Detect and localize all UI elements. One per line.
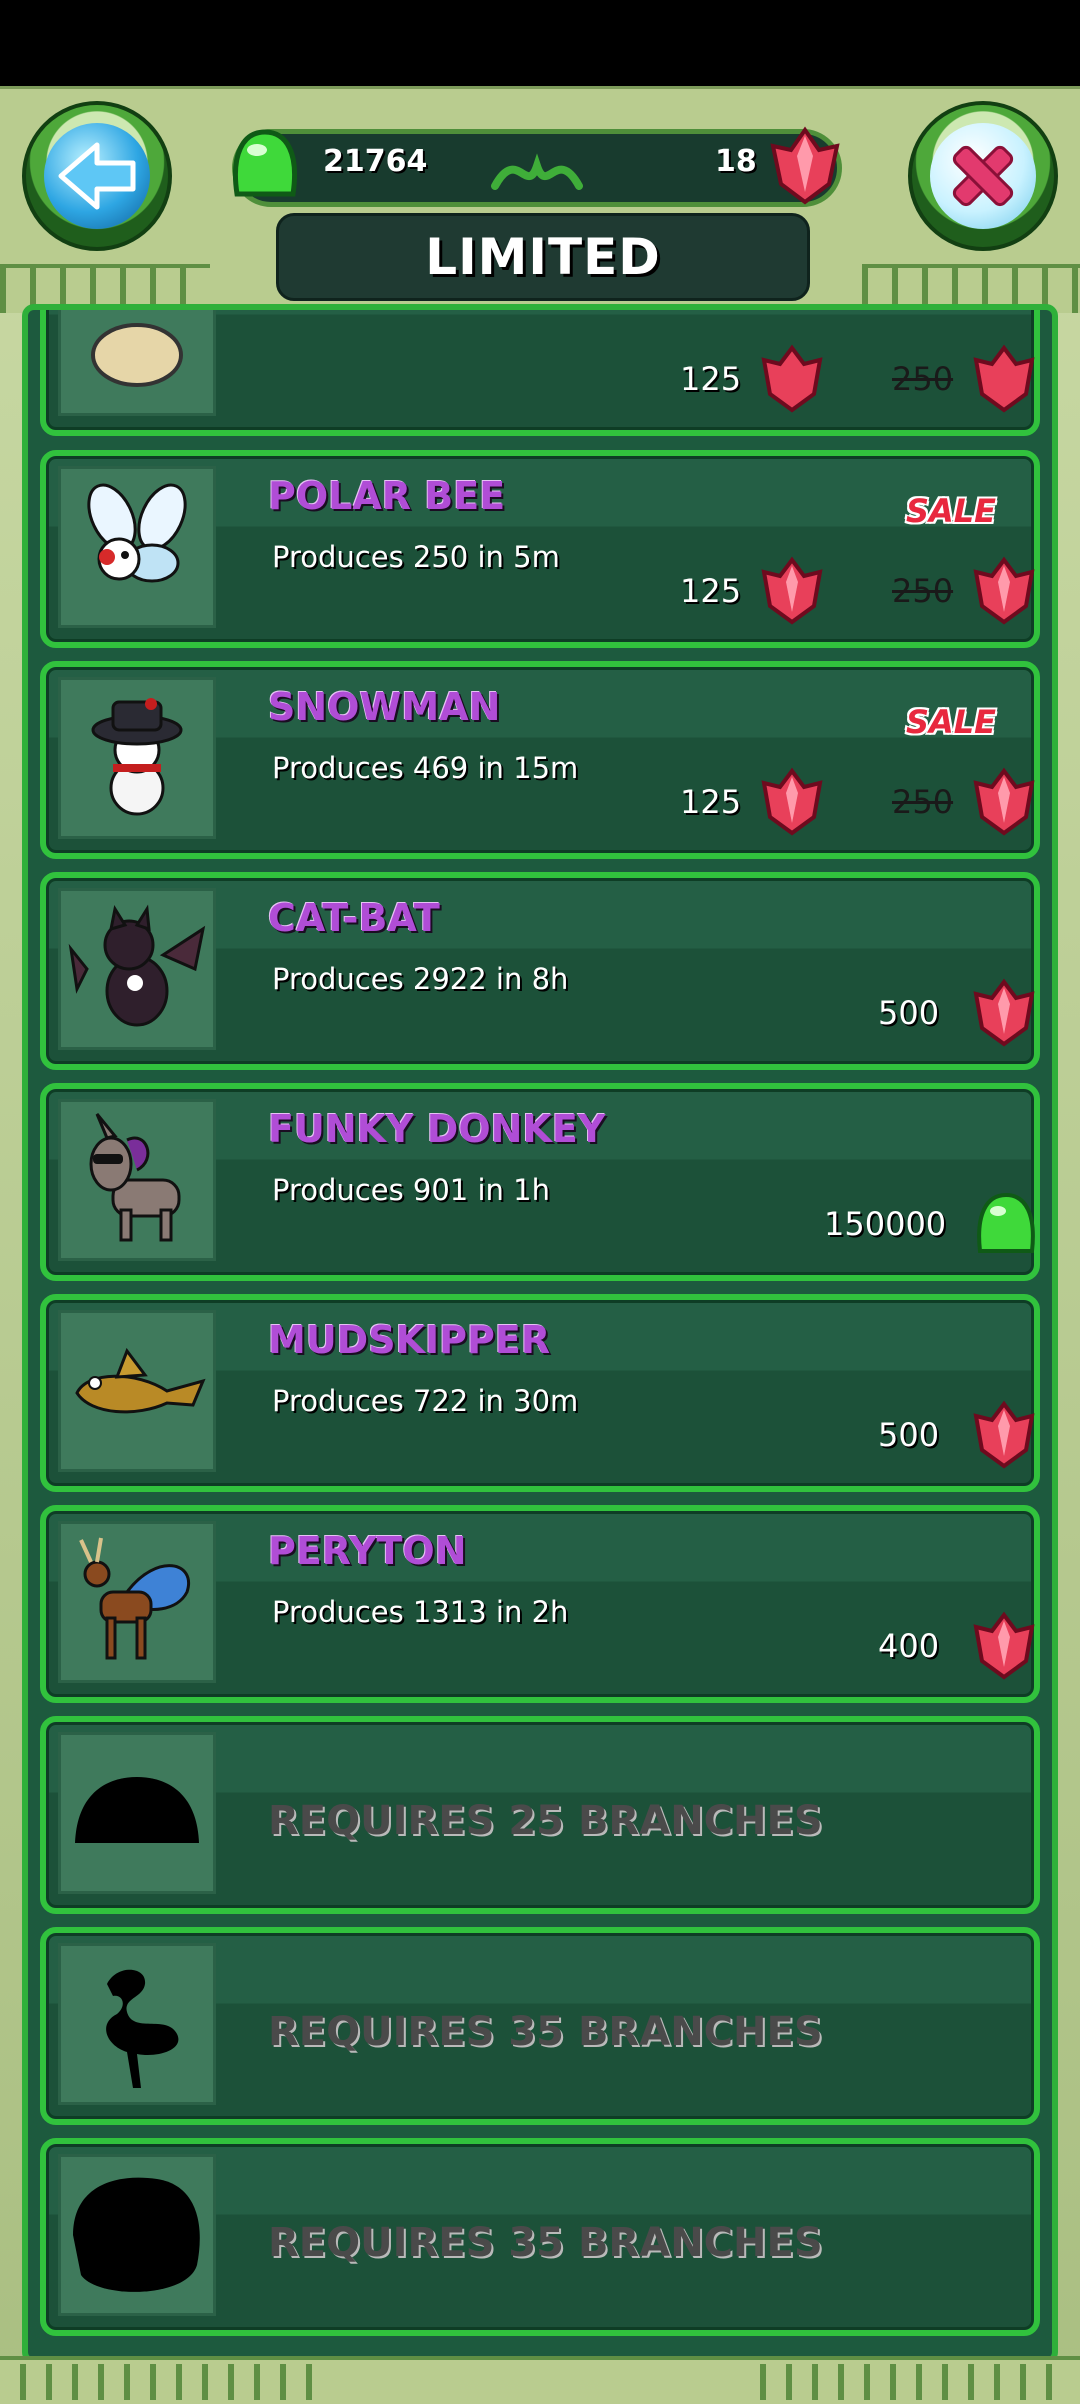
- back-arrow-icon: [44, 123, 150, 229]
- red-gem-icon: [770, 126, 840, 205]
- creature-thumbnail: [58, 310, 216, 416]
- price: 500: [878, 994, 940, 1032]
- creature-name: CAT-BAT: [268, 896, 440, 940]
- production-text: Produces 901 in 1h: [272, 1173, 550, 1207]
- list-item[interactable]: 125 250: [40, 310, 1040, 436]
- lock-requirement-text: REQUIRES 35 BRANCHES: [268, 2220, 823, 2266]
- production-text: Produces 1313 in 2h: [272, 1595, 569, 1629]
- list-item-funky-donkey[interactable]: FUNKY DONKEY Produces 901 in 1h 150000: [40, 1083, 1040, 1281]
- footer-frame: [0, 2356, 1080, 2404]
- page-title: LIMITED: [276, 213, 810, 301]
- creature-thumbnail: [58, 466, 216, 628]
- red-gem-icon: [973, 556, 1035, 625]
- red-gem-icon: [973, 978, 1035, 1047]
- footer-lattice-left: [20, 2364, 320, 2400]
- lock-requirement-text: REQUIRES 25 BRANCHES: [268, 1798, 823, 1844]
- creature-name: FUNKY DONKEY: [268, 1107, 606, 1151]
- red-gem-icon: [761, 767, 823, 836]
- old-price: 250: [892, 783, 954, 821]
- currency-bar: 21764 18: [232, 126, 842, 207]
- list-item-peryton[interactable]: PERYTON Produces 1313 in 2h 400: [40, 1505, 1040, 1703]
- red-gem-icon: [973, 1400, 1035, 1469]
- list-item-cat-bat[interactable]: CAT-BAT Produces 2922 in 8h 500: [40, 872, 1040, 1070]
- creature-name: MUDSKIPPER: [268, 1318, 551, 1362]
- list-item-polar-bee[interactable]: POLAR BEE Produces 250 in 5m SALE 125 25…: [40, 450, 1040, 648]
- back-button[interactable]: [22, 101, 172, 251]
- creature-name: SNOWMAN: [268, 685, 501, 729]
- creature-silhouette: [58, 1732, 216, 1894]
- old-price: 250: [892, 360, 954, 398]
- green-currency-amount: 21764: [323, 144, 428, 179]
- gem-currency-amount: 18: [715, 144, 757, 179]
- sale-price: 125: [680, 572, 742, 610]
- close-x-icon: [930, 123, 1036, 229]
- old-price: 250: [892, 572, 954, 610]
- locked-list-item[interactable]: REQUIRES 35 BRANCHES: [40, 1927, 1040, 2125]
- creature-name: POLAR BEE: [268, 474, 506, 518]
- production-text: Produces 469 in 15m: [272, 751, 579, 785]
- creature-thumbnail: [58, 1521, 216, 1683]
- header: 21764 18 LIMITED: [0, 86, 1080, 313]
- creature-name: PERYTON: [268, 1529, 467, 1573]
- red-gem-icon: [761, 556, 823, 625]
- creature-thumbnail: [58, 1310, 216, 1472]
- sale-badge: SALE: [905, 703, 996, 741]
- sale-price: 125: [680, 360, 742, 398]
- red-gem-icon: [761, 344, 823, 413]
- locked-list-item[interactable]: REQUIRES 25 BRANCHES: [40, 1716, 1040, 1914]
- creature-silhouette: [58, 2154, 216, 2316]
- list-item-mudskipper[interactable]: MUDSKIPPER Produces 722 in 30m 500: [40, 1294, 1040, 1492]
- red-gem-icon: [973, 767, 1035, 836]
- creature-thumbnail: [58, 888, 216, 1050]
- shop-list-panel[interactable]: 125 250 POLAR BEE Produces 250 in 5m SAL…: [22, 304, 1058, 2364]
- green-gem-icon: [232, 129, 298, 197]
- red-gem-icon: [973, 344, 1035, 413]
- production-text: Produces 2922 in 8h: [272, 962, 569, 996]
- green-gem-icon: [977, 1192, 1035, 1253]
- price: 150000: [824, 1205, 947, 1243]
- price: 500: [878, 1416, 940, 1454]
- close-button[interactable]: [908, 101, 1058, 251]
- creature-silhouette: [58, 1943, 216, 2105]
- production-text: Produces 722 in 30m: [272, 1384, 579, 1418]
- list-item-snowman[interactable]: SNOWMAN Produces 469 in 15m SALE 125 250: [40, 661, 1040, 859]
- footer-lattice-right: [760, 2364, 1060, 2400]
- sale-price: 125: [680, 783, 742, 821]
- creature-thumbnail: [58, 1099, 216, 1261]
- sale-badge: SALE: [905, 492, 996, 530]
- game-frame: 21764 18 LIMITED 125 250 POLAR BEE Produ…: [0, 86, 1080, 2404]
- production-text: Produces 250 in 5m: [272, 540, 560, 574]
- price: 400: [878, 1627, 940, 1665]
- locked-list-item[interactable]: REQUIRES 35 BRANCHES: [40, 2138, 1040, 2336]
- red-gem-icon: [973, 1611, 1035, 1680]
- vine-ornament-icon: [491, 153, 583, 190]
- creature-thumbnail: [58, 677, 216, 839]
- lock-requirement-text: REQUIRES 35 BRANCHES: [268, 2009, 823, 2055]
